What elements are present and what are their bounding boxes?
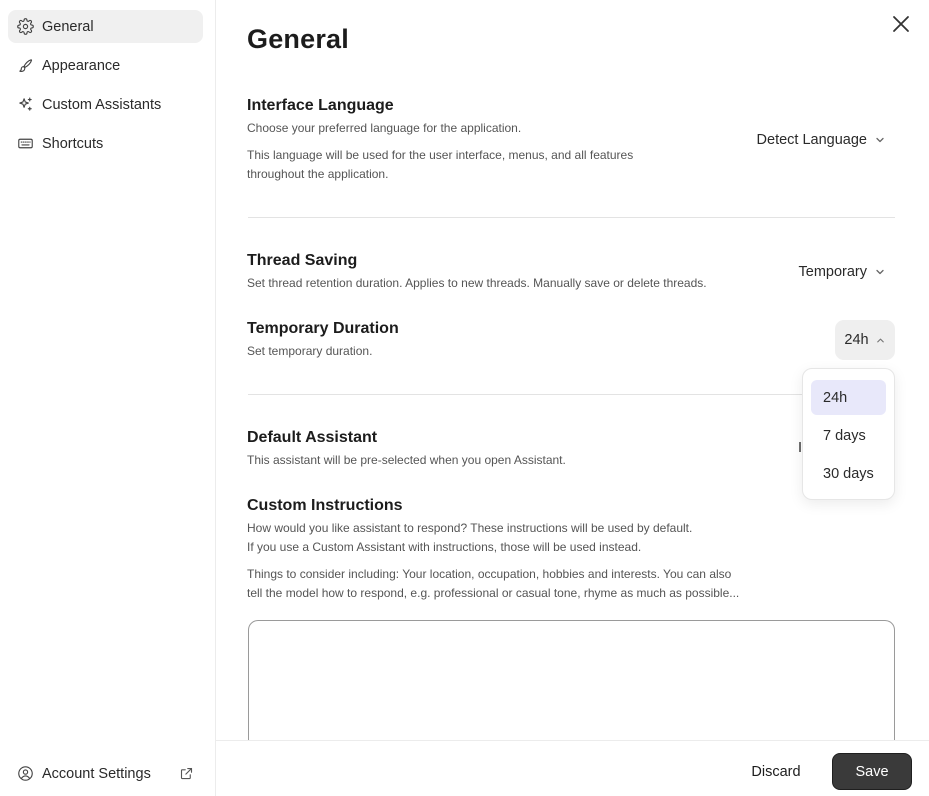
custom-instructions-hint-line2: tell the model how to respond, e.g. prof… xyxy=(247,586,740,600)
language-select[interactable]: Detect Language xyxy=(740,130,886,150)
sparkles-icon xyxy=(19,97,32,111)
default-assistant-desc: This assistant will be pre-selected when… xyxy=(247,453,566,467)
custom-instructions-desc-line1: How would you like assistant to respond?… xyxy=(247,521,693,535)
sidebar-item-custom-assistants[interactable]: Custom Assistants xyxy=(8,88,203,121)
temporary-duration-desc: Set temporary duration. xyxy=(247,344,373,358)
close-icon[interactable] xyxy=(889,12,913,36)
sidebar-item-shortcuts[interactable]: Shortcuts xyxy=(8,127,203,160)
sidebar-item-appearance[interactable]: Appearance xyxy=(8,49,203,82)
thread-saving-select[interactable]: Temporary xyxy=(776,262,886,282)
interface-language-note-line2: throughout the application. xyxy=(247,167,389,181)
save-button[interactable]: Save xyxy=(832,753,912,790)
sidebar-item-label: Appearance xyxy=(42,57,121,74)
thread-saving-select-value: Temporary xyxy=(798,264,868,280)
sidebar-item-label: General xyxy=(42,18,94,35)
thread-saving-title: Thread Saving xyxy=(247,252,358,269)
sidebar-item-label: Custom Assistants xyxy=(42,96,162,113)
temporary-duration-dropdown: 24h 7 days 30 days xyxy=(802,368,895,500)
temporary-duration-select[interactable]: 24h xyxy=(835,320,895,360)
custom-instructions-desc-line2: If you use a Custom Assistant with instr… xyxy=(247,540,642,554)
custom-instructions-title: Custom Instructions xyxy=(247,497,403,514)
external-link-icon xyxy=(180,767,193,780)
account-settings-label: Account Settings xyxy=(42,765,151,782)
footer-bar xyxy=(216,740,929,796)
page-title: General xyxy=(247,24,349,54)
interface-language-note-line1: This language will be used for the user … xyxy=(247,148,634,162)
duration-option-7-days[interactable]: 7 days xyxy=(811,418,886,453)
settings-sidebar: General Appearance Custom Assistants Sho… xyxy=(0,0,216,796)
default-assistant-title: Default Assistant xyxy=(247,429,378,446)
chevron-up-icon xyxy=(876,338,884,342)
thread-saving-desc: Set thread retention duration. Applies t… xyxy=(247,276,707,290)
gear-icon xyxy=(17,18,34,35)
interface-language-title: Interface Language xyxy=(247,97,394,114)
user-circle-icon xyxy=(18,766,33,781)
chevron-down-icon xyxy=(876,137,884,143)
account-settings-link[interactable]: Account Settings xyxy=(8,757,203,790)
duration-option-24h[interactable]: 24h xyxy=(811,380,886,415)
duration-option-30-days[interactable]: 30 days xyxy=(811,456,886,491)
brush-icon xyxy=(19,59,33,72)
keyboard-icon xyxy=(18,138,33,149)
chevron-down-icon xyxy=(876,269,884,275)
section-divider xyxy=(248,394,895,395)
temporary-duration-title: Temporary Duration xyxy=(247,320,399,337)
sidebar-item-label: Shortcuts xyxy=(42,135,104,152)
temporary-duration-select-value: 24h xyxy=(844,332,869,348)
section-divider xyxy=(248,217,895,218)
language-select-value: Detect Language xyxy=(756,132,867,148)
discard-button[interactable]: Discard xyxy=(732,753,820,790)
interface-language-desc: Choose your preferred language for the a… xyxy=(247,121,522,135)
sidebar-item-general[interactable]: General xyxy=(8,10,203,43)
custom-instructions-input[interactable] xyxy=(248,620,895,760)
custom-instructions-hint-line1: Things to consider including: Your locat… xyxy=(247,567,732,581)
